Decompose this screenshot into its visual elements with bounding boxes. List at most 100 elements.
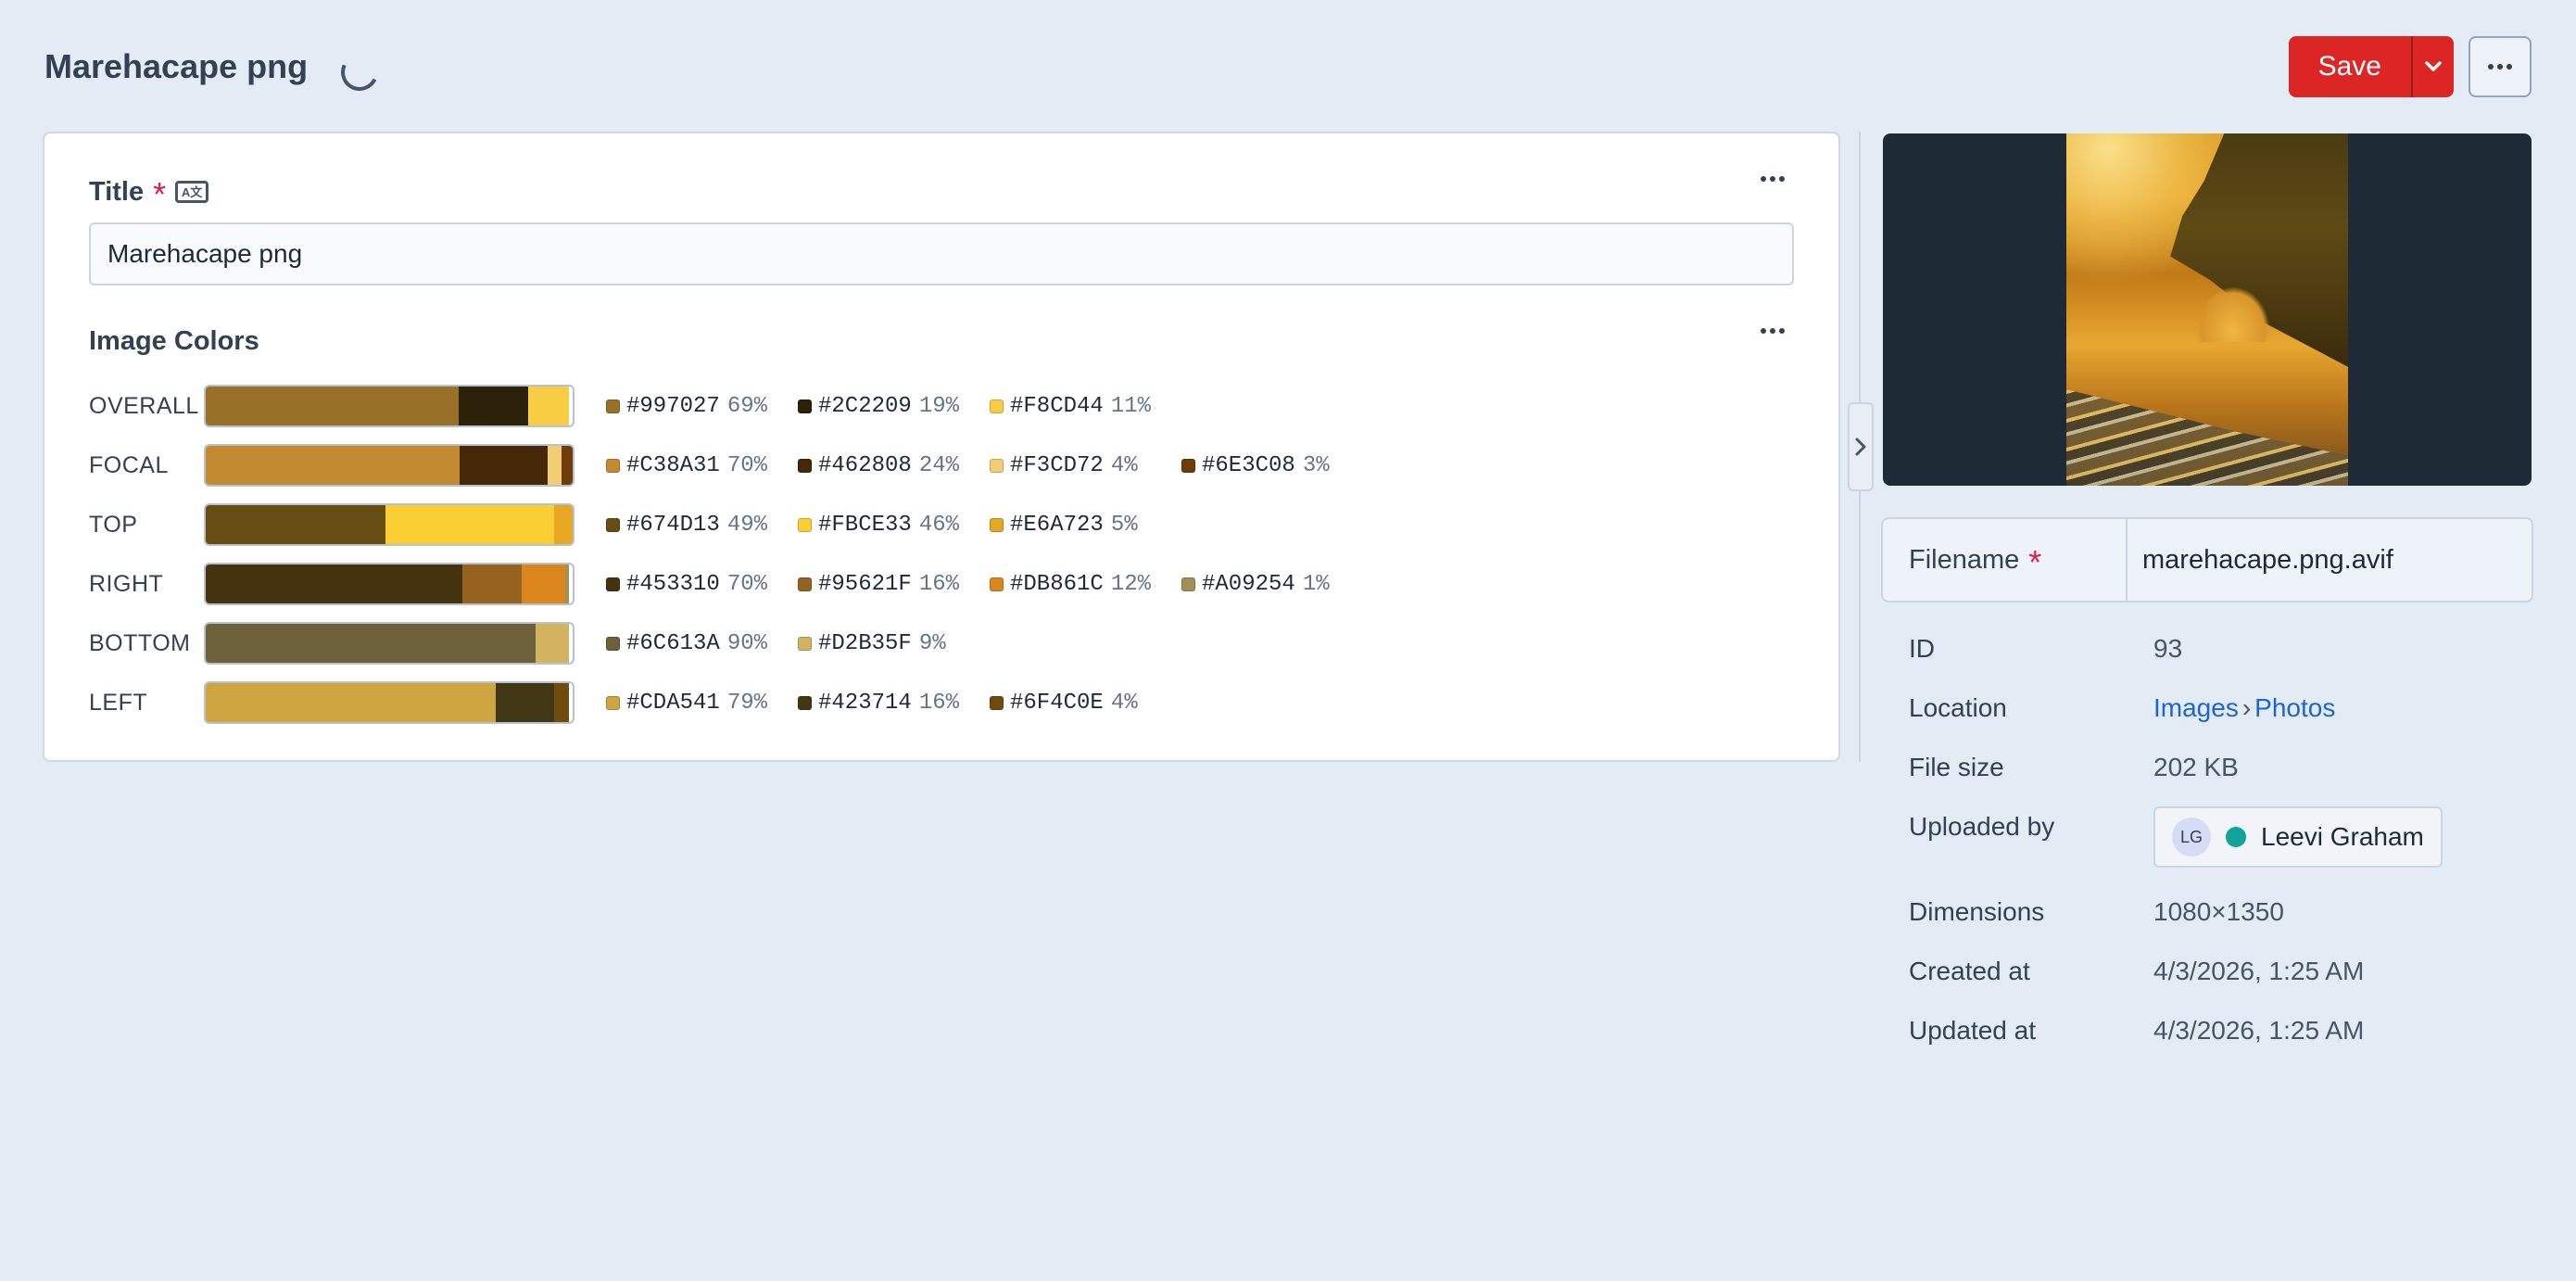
color-hex: #2C2209 (818, 393, 912, 419)
translate-icon[interactable]: A文 (175, 181, 209, 203)
user-name: Leevi Graham (2261, 822, 2424, 851)
color-swatch[interactable]: #CDA541 79% (606, 691, 798, 716)
color-chip-icon (606, 695, 620, 710)
color-bar-segment (462, 564, 522, 603)
color-swatch[interactable]: #DB861C 12% (990, 572, 1181, 597)
collapse-sidebar-button[interactable] (1848, 402, 1874, 491)
color-percentage: 4% (1110, 690, 1138, 716)
color-chip-icon (1181, 458, 1195, 473)
header-actions: Save (2288, 36, 2532, 97)
color-swatch[interactable]: #C38A31 70% (606, 453, 798, 478)
filesize-value: 202 KB (2153, 753, 2239, 781)
color-hex: #C38A31 (626, 452, 720, 478)
color-distribution-bar (204, 503, 575, 546)
color-swatch[interactable]: #674D13 49% (606, 513, 798, 538)
filename-label-cell: Filename * (1883, 519, 2128, 601)
color-hex: #6F4C0E (1010, 690, 1104, 716)
color-chip-icon (990, 695, 1004, 710)
title-field-label: Title * A文 (89, 172, 209, 211)
ellipsis-icon (2488, 64, 2512, 70)
color-swatch[interactable]: #E6A723 5% (990, 513, 1181, 538)
location-label: Location (1909, 693, 2007, 722)
color-bar-segment (547, 446, 562, 485)
color-swatch[interactable]: #95621F 16% (798, 572, 990, 597)
ellipsis-icon (1761, 176, 1785, 182)
dimensions-label: Dimensions (1909, 897, 2045, 926)
color-swatch[interactable]: #6F4C0E 4% (990, 691, 1181, 716)
color-swatch-list: #453310 70% #95621F 16% #DB861C 12% #A09254 1% (606, 572, 1373, 597)
color-hex: #453310 (626, 571, 720, 597)
color-swatch[interactable]: #2C2209 19% (798, 394, 990, 419)
color-swatch[interactable]: #6C613A 90% (606, 631, 798, 656)
color-bar-segment (536, 624, 570, 663)
color-percentage: 69% (726, 393, 768, 419)
color-bar-segment (554, 683, 570, 722)
color-swatch-list: #6C613A 90% #D2B35F 9% (606, 631, 990, 656)
color-swatch[interactable]: #462808 24% (798, 453, 990, 478)
color-chip-icon (990, 399, 1004, 413)
meta-row-uploaded-by: Uploaded by LG Leevi Graham (1909, 806, 2443, 868)
image-preview[interactable] (1883, 133, 2532, 486)
color-chip-icon (606, 517, 620, 532)
color-percentage: 16% (918, 690, 960, 716)
color-swatch[interactable]: #F3CD72 4% (990, 453, 1181, 478)
color-row-label: OVERALL (89, 392, 199, 419)
color-bar-segment (206, 683, 496, 722)
color-swatch-list: #CDA541 79% #423714 16% #6F4C0E 4% (606, 691, 1181, 716)
title-input[interactable] (89, 222, 1794, 285)
filename-input[interactable]: marehacape.png.avif (2128, 519, 2393, 601)
color-hex: #423714 (818, 690, 912, 716)
color-chip-icon (606, 399, 620, 413)
title-field-menu-button[interactable] (1761, 176, 1785, 182)
color-swatch[interactable]: #423714 16% (798, 691, 990, 716)
color-chip-icon (990, 458, 1004, 473)
user-chip[interactable]: LG Leevi Graham (2153, 806, 2443, 868)
color-swatch[interactable]: #6E3C08 3% (1181, 453, 1373, 478)
color-swatch[interactable]: #A09254 1% (1181, 572, 1373, 597)
color-swatch[interactable]: #453310 70% (606, 572, 798, 597)
color-bar-segment (562, 446, 573, 485)
color-row-label: TOP (89, 511, 138, 538)
color-hex: #E6A723 (1010, 512, 1104, 538)
color-hex: #95621F (818, 571, 912, 597)
color-chip-icon (606, 577, 620, 591)
color-percentage: 16% (918, 571, 960, 597)
save-options-button[interactable] (2411, 36, 2454, 97)
updated-label: Updated at (1909, 1016, 2036, 1045)
color-distribution-bar (204, 622, 575, 665)
color-percentage: 24% (918, 452, 960, 478)
image-colors-menu-button[interactable] (1761, 328, 1785, 334)
color-swatch[interactable]: #FBCE33 46% (798, 513, 990, 538)
color-swatch[interactable]: #997027 69% (606, 394, 798, 419)
color-row-label: FOCAL (89, 451, 169, 478)
color-chip-icon (1181, 577, 1195, 591)
color-bar-segment (206, 505, 386, 544)
editor-panel: Title * A文 Image Colors OVERALL #99702769… (43, 132, 1840, 762)
location-link-images[interactable]: Images (2153, 693, 2239, 722)
color-bar-segment (459, 387, 529, 425)
color-chip-icon (798, 695, 812, 710)
color-swatch[interactable]: #D2B35F 9% (798, 631, 990, 656)
color-hex: #CDA541 (626, 690, 720, 716)
document-menu-button[interactable] (2469, 36, 2532, 97)
page-header: Marehacape png Save (44, 33, 2532, 100)
created-value: 4/3/2026, 1:25 AM (2153, 957, 2365, 985)
loading-spinner-icon (335, 48, 384, 96)
chevron-right-icon (1855, 438, 1866, 456)
color-percentage: 11% (1110, 393, 1152, 419)
color-chip-icon (990, 577, 1004, 591)
save-button[interactable]: Save (2288, 36, 2411, 97)
color-percentage: 46% (918, 512, 960, 538)
color-percentage: 12% (1110, 571, 1152, 597)
color-row-top: TOP #674D13 49% #FBCE33 46% #E6A723 5% (89, 502, 1181, 547)
color-percentage: 5% (1110, 512, 1138, 538)
color-percentage: 3% (1302, 452, 1330, 478)
color-bar-segment (385, 505, 555, 544)
color-hex: #462808 (818, 452, 912, 478)
color-distribution-bar (204, 563, 575, 605)
location-link-photos[interactable]: Photos (2254, 693, 2335, 722)
file-metadata: Filename * marehacape.png.avif ID 93 Loc… (1881, 517, 2533, 1045)
color-swatch[interactable]: #F8CD44 11% (990, 394, 1181, 419)
id-label: ID (1909, 634, 1935, 663)
color-chip-icon (990, 517, 1004, 532)
